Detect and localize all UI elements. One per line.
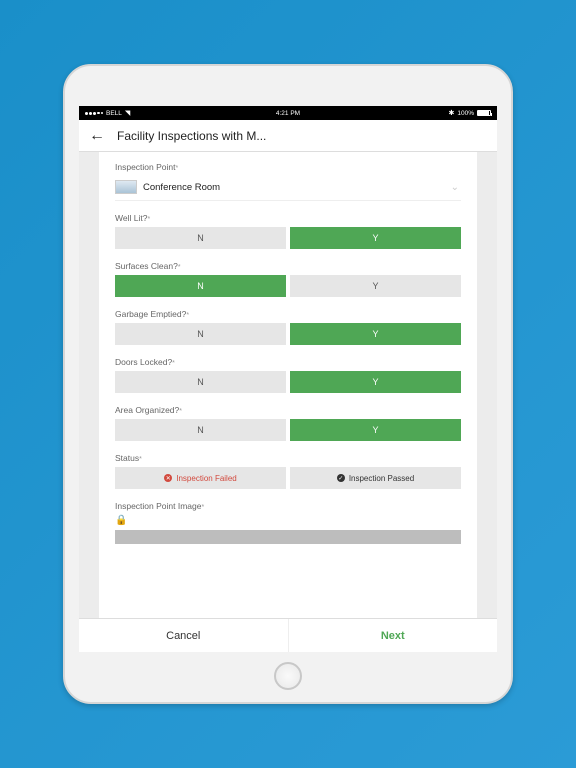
- doors-n-button[interactable]: N: [115, 371, 286, 393]
- content-backdrop: Inspection Point* Conference Room ⌄ Well…: [79, 152, 497, 618]
- screen: BELL ◥ 4:21 PM ✱ 100% ← Facility Inspect…: [79, 106, 497, 652]
- well-lit-y-button[interactable]: Y: [290, 227, 461, 249]
- field-surfaces-clean: Surfaces Clean?* N Y: [115, 261, 461, 297]
- page-title: Facility Inspections with M...: [117, 129, 266, 143]
- status-label: Status*: [115, 453, 461, 463]
- home-button[interactable]: [274, 662, 302, 690]
- organized-n-button[interactable]: N: [115, 419, 286, 441]
- image-upload-bar[interactable]: [115, 530, 461, 544]
- doors-label: Doors Locked?*: [115, 357, 461, 367]
- status-fail-icon: ✕: [164, 474, 172, 482]
- garbage-label: Garbage Emptied?*: [115, 309, 461, 319]
- battery-icon: [477, 110, 491, 116]
- form-panel: Inspection Point* Conference Room ⌄ Well…: [99, 152, 477, 618]
- inspection-point-select[interactable]: Conference Room ⌄: [115, 176, 461, 201]
- battery-pct: 100%: [457, 110, 474, 117]
- status-pass-text: Inspection Passed: [349, 474, 414, 483]
- status-fail-button[interactable]: ✕ Inspection Failed: [115, 467, 286, 489]
- chevron-down-icon: ⌄: [451, 182, 459, 193]
- wifi-icon: ◥: [125, 109, 130, 117]
- field-image: Inspection Point Image* 🔒: [115, 501, 461, 544]
- organized-y-button[interactable]: Y: [290, 419, 461, 441]
- tablet-frame: BELL ◥ 4:21 PM ✱ 100% ← Facility Inspect…: [63, 64, 513, 704]
- image-label: Inspection Point Image*: [115, 501, 461, 511]
- next-button[interactable]: Next: [288, 619, 498, 652]
- field-well-lit: Well Lit?* N Y: [115, 213, 461, 249]
- carrier-label: BELL: [106, 110, 122, 117]
- clock: 4:21 PM: [276, 110, 300, 117]
- garbage-n-button[interactable]: N: [115, 323, 286, 345]
- footer-bar: Cancel Next: [79, 618, 497, 652]
- status-pass-icon: ✓: [337, 474, 345, 482]
- device-status-bar: BELL ◥ 4:21 PM ✱ 100%: [79, 106, 497, 120]
- garbage-y-button[interactable]: Y: [290, 323, 461, 345]
- surfaces-clean-n-button[interactable]: N: [115, 275, 286, 297]
- field-status: Status* ✕ Inspection Failed ✓ Inspection…: [115, 453, 461, 489]
- status-fail-text: Inspection Failed: [176, 474, 236, 483]
- lock-icon: 🔒: [115, 515, 461, 526]
- field-inspection-point: Inspection Point* Conference Room ⌄: [115, 162, 461, 201]
- surfaces-clean-y-button[interactable]: Y: [290, 275, 461, 297]
- inspection-point-thumbnail: [115, 180, 137, 194]
- back-arrow-icon[interactable]: ←: [89, 127, 105, 145]
- field-garbage: Garbage Emptied?* N Y: [115, 309, 461, 345]
- well-lit-label: Well Lit?*: [115, 213, 461, 223]
- field-organized: Area Organized?* N Y: [115, 405, 461, 441]
- bluetooth-icon: ✱: [449, 109, 455, 117]
- inspection-point-label: Inspection Point*: [115, 162, 461, 172]
- inspection-point-value: Conference Room: [143, 182, 220, 193]
- cancel-button[interactable]: Cancel: [79, 619, 288, 652]
- organized-label: Area Organized?*: [115, 405, 461, 415]
- well-lit-n-button[interactable]: N: [115, 227, 286, 249]
- app-header: ← Facility Inspections with M...: [79, 120, 497, 152]
- field-doors: Doors Locked?* N Y: [115, 357, 461, 393]
- signal-dots-icon: [85, 112, 103, 115]
- status-pass-button[interactable]: ✓ Inspection Passed: [290, 467, 461, 489]
- doors-y-button[interactable]: Y: [290, 371, 461, 393]
- surfaces-clean-label: Surfaces Clean?*: [115, 261, 461, 271]
